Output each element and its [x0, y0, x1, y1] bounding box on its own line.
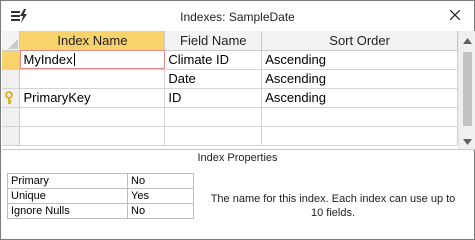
table-row[interactable]	[2, 107, 458, 127]
sort-order-cell[interactable]: Ascending	[261, 50, 458, 70]
scroll-thumb[interactable]	[463, 52, 472, 126]
close-button[interactable]	[440, 4, 470, 28]
field-name-cell[interactable]	[164, 107, 263, 127]
row-selector[interactable]	[2, 88, 21, 108]
indexes-grid[interactable]: Index Name Field Name Sort Order MyIndex…	[2, 31, 458, 149]
index-name-cell[interactable]	[19, 69, 166, 89]
grid-header-row: Index Name Field Name Sort Order	[2, 31, 458, 51]
index-name-cell[interactable]	[19, 126, 166, 146]
table-row[interactable]: Date Ascending	[2, 69, 458, 89]
field-name-cell[interactable]: Date	[164, 69, 263, 89]
property-value-unique[interactable]: Yes	[127, 188, 194, 204]
scroll-up-button[interactable]	[459, 31, 475, 48]
chevron-up-icon	[463, 31, 472, 49]
table-row[interactable]	[2, 126, 458, 146]
property-value-ignore-nulls[interactable]: No	[127, 203, 194, 219]
primary-key-icon	[2, 90, 19, 105]
field-name-cell[interactable]: Climate ID	[164, 50, 263, 70]
index-name-cell[interactable]	[19, 107, 166, 127]
property-label: Ignore Nulls	[7, 203, 128, 219]
panel-divider	[2, 149, 475, 150]
column-header-field-name[interactable]: Field Name	[164, 31, 263, 51]
chevron-down-icon	[463, 132, 472, 150]
sort-order-cell[interactable]	[261, 126, 458, 146]
column-header-sort-order[interactable]: Sort Order	[261, 31, 458, 51]
property-label: Unique	[7, 188, 128, 204]
vertical-scrollbar[interactable]	[458, 31, 475, 149]
property-row-ignore-nulls[interactable]: Ignore Nulls No	[7, 203, 194, 219]
column-header-index-name[interactable]: Index Name	[19, 31, 166, 51]
index-name-text: MyIndex	[23, 52, 73, 67]
property-value-primary[interactable]: No	[127, 173, 194, 189]
table-row[interactable]: PrimaryKey ID Ascending	[2, 88, 458, 108]
indexes-window: Indexes: SampleDate Index Name Field Nam…	[0, 0, 475, 240]
table-row[interactable]: MyIndex Climate ID Ascending	[2, 50, 458, 70]
close-icon	[449, 7, 461, 25]
index-properties-table: Primary No Unique Yes Ignore Nulls No	[7, 173, 194, 219]
field-name-cell[interactable]: ID	[164, 88, 263, 108]
sort-order-cell[interactable]	[261, 107, 458, 127]
property-label: Primary	[7, 173, 128, 189]
text-caret	[73, 53, 75, 66]
index-name-cell[interactable]: MyIndex	[19, 50, 166, 70]
row-selector[interactable]	[2, 50, 21, 70]
row-selector[interactable]	[2, 69, 21, 89]
row-selector[interactable]	[2, 126, 21, 146]
property-row-primary[interactable]: Primary No	[7, 173, 194, 189]
sort-order-cell[interactable]: Ascending	[261, 69, 458, 89]
index-name-cell[interactable]: PrimaryKey	[19, 88, 166, 108]
title-bar[interactable]: Indexes: SampleDate	[1, 1, 474, 31]
window-title: Indexes: SampleDate	[180, 10, 295, 24]
select-all-corner[interactable]	[2, 31, 21, 51]
field-name-cell[interactable]	[164, 126, 263, 146]
property-row-unique[interactable]: Unique Yes	[7, 188, 194, 204]
row-selector[interactable]	[2, 107, 21, 127]
scroll-down-button[interactable]	[459, 132, 475, 149]
index-properties-title: Index Properties	[197, 152, 278, 164]
sort-order-cell[interactable]: Ascending	[261, 88, 458, 108]
property-help-text: The name for this index. Each index can …	[210, 193, 456, 219]
